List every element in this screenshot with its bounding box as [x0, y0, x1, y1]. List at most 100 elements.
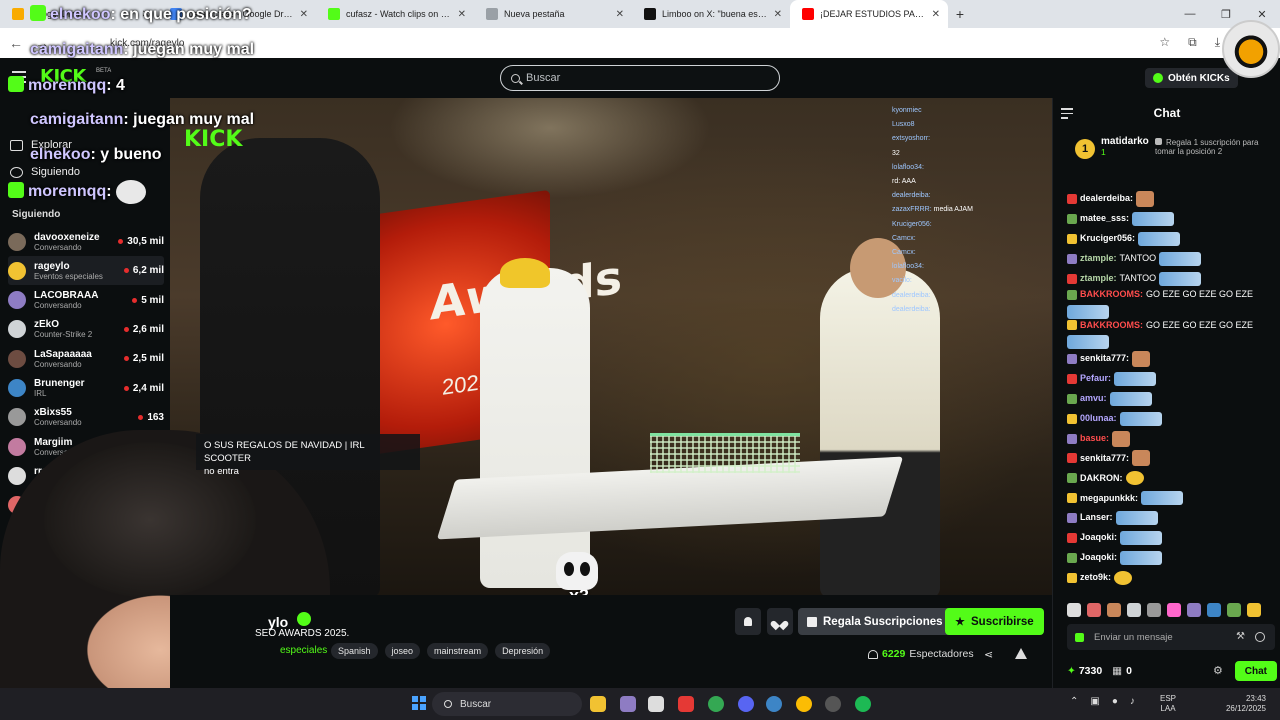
emoji-icon[interactable]	[1255, 632, 1265, 642]
badge-icon	[1067, 433, 1077, 444]
chat-username[interactable]: ztample:	[1080, 252, 1117, 265]
chat-username[interactable]: ztample:	[1080, 272, 1117, 285]
emote-icon[interactable]	[1107, 603, 1121, 617]
chat-message: megapunkkk:	[1067, 488, 1277, 508]
chat-username[interactable]: DAKRON:	[1080, 472, 1123, 485]
chat-input[interactable]: Enviar un mensaje ⚒	[1067, 624, 1275, 650]
emote-icon[interactable]	[1147, 603, 1161, 617]
sidebar-item-lasapaaaaa[interactable]: LaSapaaaaa Conversando 2,5 mil	[8, 344, 164, 373]
chat-username[interactable]: dealerdeiba:	[1080, 192, 1133, 205]
sidebar-item-following[interactable]: Siguiendo	[10, 166, 80, 178]
download-icon[interactable]: ⤓	[1215, 35, 1220, 50]
chat-username[interactable]: Joaqoki:	[1080, 551, 1117, 564]
spotify-icon[interactable]	[855, 696, 871, 712]
app-icon[interactable]	[620, 696, 636, 712]
chat-username[interactable]: Pefaur:	[1080, 372, 1111, 385]
app-icon[interactable]	[648, 696, 664, 712]
chat-username[interactable]: zeto9k:	[1080, 571, 1111, 584]
tab-youtube[interactable]: ¡DEJAR ESTUDIOS PARA SER Y ✕	[790, 0, 948, 28]
report-icon[interactable]	[1015, 648, 1027, 659]
minimize-button[interactable]: —	[1172, 0, 1208, 28]
emote-icon	[1132, 211, 1175, 226]
get-kicks-button[interactable]: Obtén KICKs	[1145, 68, 1238, 88]
microphone-icon[interactable]: ♪	[1130, 696, 1135, 707]
chat-username[interactable]: 00lunaa:	[1080, 412, 1117, 425]
emote-icon[interactable]	[1087, 603, 1101, 617]
chat-username[interactable]: basue:	[1080, 432, 1109, 445]
gift-subs-button[interactable]: Regala Suscripciones	[798, 608, 952, 635]
chat-username[interactable]: BAKKROOMS:	[1080, 319, 1143, 332]
pinned-user[interactable]: matidarko	[1101, 136, 1149, 147]
gear-icon[interactable]: ⚙	[1213, 664, 1223, 677]
emote-icon[interactable]	[1187, 603, 1201, 617]
category-link[interactable]: especiales	[280, 645, 327, 656]
emote-icon[interactable]	[1247, 603, 1261, 617]
extensions-icon[interactable]: ⧉	[1188, 35, 1197, 50]
bookmark-star-icon[interactable]: ☆	[1159, 35, 1170, 50]
close-icon[interactable]: ✕	[932, 9, 940, 20]
share-icon[interactable]: ⋖	[984, 648, 993, 661]
close-icon[interactable]: ✕	[458, 9, 466, 20]
tray-app-icon[interactable]: ●	[1112, 696, 1118, 707]
close-icon[interactable]: ✕	[616, 9, 624, 20]
emote-icon[interactable]	[1127, 603, 1141, 617]
notifications-button[interactable]	[735, 608, 761, 635]
user-avatar[interactable]	[1222, 20, 1280, 78]
sidebar-item-xbixs55[interactable]: xBixs55 Conversando 163	[8, 403, 164, 432]
chat-username[interactable]: Lanser:	[1080, 511, 1113, 524]
sidebar-item-lacobraaa[interactable]: LACOBRAAA Conversando 5 mil	[8, 286, 164, 315]
app-icon[interactable]	[678, 696, 694, 712]
chat-username[interactable]: BAKKROOMS:	[1080, 288, 1143, 301]
windows-start-icon[interactable]	[412, 696, 426, 710]
channel-points[interactable]: 7330	[1067, 665, 1102, 677]
stream-tag[interactable]: Depresión	[495, 643, 551, 659]
chat-username[interactable]: Joaqoki:	[1080, 531, 1117, 544]
chat-username[interactable]: senkita777:	[1080, 352, 1129, 365]
new-tab-button[interactable]: +	[948, 6, 972, 22]
search-input[interactable]: Buscar	[500, 65, 780, 91]
language-indicator[interactable]: ESP LAA	[1160, 694, 1176, 714]
stream-tag[interactable]: mainstream	[427, 643, 489, 659]
sidebar-item-brunenger[interactable]: Brunenger IRL 2,4 mil	[8, 374, 164, 403]
emote-icon[interactable]	[1227, 603, 1241, 617]
tab-limboo-x[interactable]: Limboo on X: "buena esa strea ✕	[632, 0, 790, 28]
sidebar-item-zeko[interactable]: zEkO Counter-Strike 2 2,6 mil	[8, 315, 164, 344]
gift-count[interactable]: 0	[1112, 665, 1132, 677]
overlay-chat-line: elnekoo: y bueno	[30, 146, 162, 164]
app-icon[interactable]	[766, 696, 782, 712]
commands-icon[interactable]: ⚒	[1236, 631, 1245, 642]
channel-category: IRL	[34, 389, 47, 398]
subscribe-button[interactable]: Suscribirse	[945, 608, 1044, 635]
file-explorer-icon[interactable]	[590, 696, 606, 712]
chat-username[interactable]: megapunkkk:	[1080, 492, 1138, 505]
chat-username[interactable]: amvu:	[1080, 392, 1107, 405]
chrome-icon[interactable]	[796, 696, 812, 712]
chrome-icon[interactable]	[708, 696, 724, 712]
person-center	[480, 268, 590, 588]
emote-icon[interactable]	[1207, 603, 1221, 617]
app-icon[interactable]	[825, 696, 841, 712]
tab-kick-clips[interactable]: cufasz - Watch clips on Kick ✕	[316, 0, 474, 28]
tray-app-icon[interactable]: ▣	[1090, 696, 1099, 707]
close-icon[interactable]: ✕	[300, 9, 308, 20]
sidebar-item-davooxeneize[interactable]: davooxeneize Conversando 30,5 mil	[8, 227, 164, 256]
stream-tag[interactable]: Spanish	[331, 643, 378, 659]
chat-username[interactable]: senkita777:	[1080, 452, 1129, 465]
sidebar-item-rageylo[interactable]: rageylo Eventos especiales 6,2 mil	[8, 256, 164, 286]
chat-username[interactable]: Kruciger056:	[1080, 232, 1135, 245]
discord-icon[interactable]	[738, 696, 754, 712]
taskbar-search[interactable]: Buscar	[432, 692, 582, 716]
tab-label: ¡DEJAR ESTUDIOS PARA SER Y	[820, 9, 926, 19]
emote-icon[interactable]	[1067, 603, 1081, 617]
stream-tag[interactable]: joseo	[384, 643, 421, 659]
skull-icon	[556, 552, 598, 590]
send-chat-button[interactable]: Chat	[1234, 661, 1277, 681]
chevron-up-icon[interactable]: ⌃	[1070, 696, 1078, 707]
close-icon[interactable]: ✕	[774, 9, 782, 20]
follow-button[interactable]	[767, 608, 793, 635]
tab-new-tab[interactable]: Nueva pestaña ✕	[474, 0, 632, 28]
emote-icon[interactable]	[1167, 603, 1181, 617]
system-clock[interactable]: 23:43 26/12/2025	[1222, 694, 1266, 714]
back-icon[interactable]: ←	[8, 35, 24, 51]
chat-username[interactable]: matee_sss:	[1080, 212, 1129, 225]
